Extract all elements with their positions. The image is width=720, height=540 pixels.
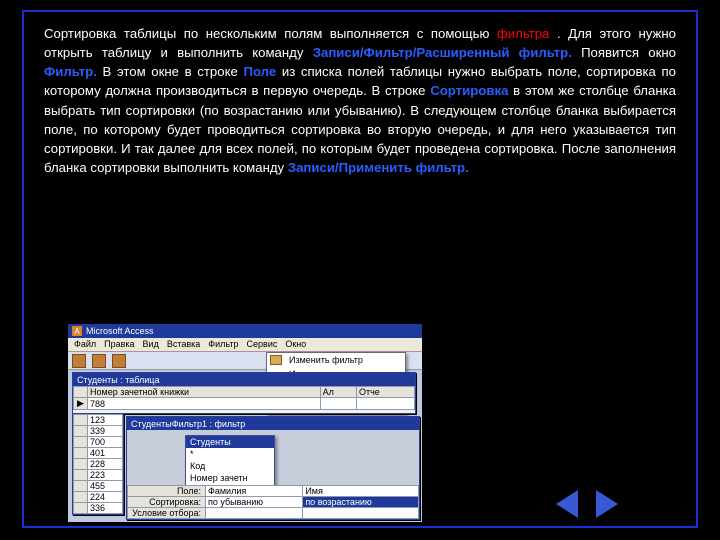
design-cell-crit1[interactable] — [206, 508, 303, 519]
hl-field: Поле — [243, 64, 276, 79]
filter-window: СтудентыФильтр1 : фильтр Студенты * Код … — [126, 416, 420, 520]
table-window: Студенты : таблица Номер зачетной книжки… — [72, 372, 416, 414]
cell[interactable]: 700 — [88, 437, 123, 448]
table-window-title: Студенты : таблица — [73, 373, 415, 386]
menu-tools[interactable]: Сервис — [247, 339, 278, 350]
col-cut[interactable]: Ал — [320, 387, 356, 398]
body-text: Сортировка таблицы по нескольким полям в… — [44, 24, 676, 177]
design-cell-field1[interactable]: Фамилия — [206, 486, 303, 497]
row-label-sort: Сортировка: — [128, 497, 206, 508]
row-label-criteria: Условие отбора: — [128, 508, 206, 519]
menu-view[interactable]: Вид — [143, 339, 159, 350]
table-rows-continued: 123 339 700 401 228 223 455 224 336 — [72, 414, 124, 515]
prev-slide-button[interactable] — [556, 490, 578, 518]
cell[interactable]: 339 — [88, 426, 123, 437]
toolbar-icon[interactable] — [72, 354, 86, 368]
row-selector[interactable]: ▶ — [74, 398, 88, 410]
menu-file[interactable]: Файл — [74, 339, 96, 350]
hl-cmd-apply-filter: Записи/Применить фильтр. — [288, 160, 469, 175]
menu-insert[interactable]: Вставка — [167, 339, 200, 350]
cell[interactable]: 224 — [88, 492, 123, 503]
text-run: Сортировка таблицы по нескольким полям в… — [44, 26, 497, 41]
toolbar-icon[interactable] — [112, 354, 126, 368]
cell[interactable]: 223 — [88, 470, 123, 481]
cell[interactable]: 336 — [88, 503, 123, 514]
menu-filter[interactable]: Фильтр — [208, 339, 238, 350]
design-cell-sort2[interactable]: по возрастанию — [303, 497, 419, 508]
design-cell-crit2[interactable] — [303, 508, 419, 519]
menubar: Файл Правка Вид Вставка Фильтр Сервис Ок… — [68, 338, 422, 352]
col-number[interactable]: Номер зачетной книжки — [88, 387, 321, 398]
cell[interactable]: 455 — [88, 481, 123, 492]
design-cell-sort1[interactable]: по убыванию — [206, 497, 303, 508]
cell[interactable]: 788 — [88, 398, 321, 410]
app-titlebar: A Microsoft Access — [68, 324, 422, 338]
menu-item-edit-filter[interactable]: Изменить фильтр — [267, 353, 405, 367]
cell[interactable]: 228 — [88, 459, 123, 470]
hl-filter: фильтра — [497, 26, 549, 41]
slide-nav — [556, 490, 618, 518]
field-item-star[interactable]: * — [186, 448, 274, 460]
toolbar-icon[interactable] — [92, 354, 106, 368]
students-grid: Номер зачетной книжки Ал Отче ▶788 — [73, 386, 415, 410]
hl-window-filter: Фильтр. — [44, 64, 97, 79]
access-icon: A — [72, 326, 82, 336]
slide-frame: Сортировка таблицы по нескольким полям в… — [22, 10, 698, 528]
next-slide-button[interactable] — [596, 490, 618, 518]
row-label-field: Поле: — [128, 486, 206, 497]
funnel-icon — [270, 355, 282, 365]
row-selector-header — [74, 387, 88, 398]
filter-window-title: СтудентыФильтр1 : фильтр — [127, 417, 419, 430]
cell[interactable]: 401 — [88, 448, 123, 459]
design-cell-field2[interactable]: Имя — [303, 486, 419, 497]
text-run: В этом окне в строке — [103, 64, 244, 79]
field-list-header: Студенты — [186, 436, 274, 448]
col-cut2[interactable]: Отче — [357, 387, 415, 398]
menu-edit[interactable]: Правка — [104, 339, 134, 350]
menu-window[interactable]: Окно — [285, 339, 306, 350]
field-item-number[interactable]: Номер зачетн — [186, 472, 274, 484]
hl-sort: Сортировка — [430, 83, 508, 98]
filter-design-grid: Поле: Фамилия Имя Сортировка: по убывани… — [127, 485, 419, 519]
cell[interactable]: 123 — [88, 415, 123, 426]
app-title: Microsoft Access — [86, 326, 154, 336]
hl-cmd-records-filter-advanced: Записи/Фильтр/Расширенный фильтр. — [313, 45, 572, 60]
field-item-code[interactable]: Код — [186, 460, 274, 472]
embedded-screenshot: A Microsoft Access Файл Правка Вид Встав… — [68, 324, 422, 522]
text-run: Появится окно — [581, 45, 676, 60]
